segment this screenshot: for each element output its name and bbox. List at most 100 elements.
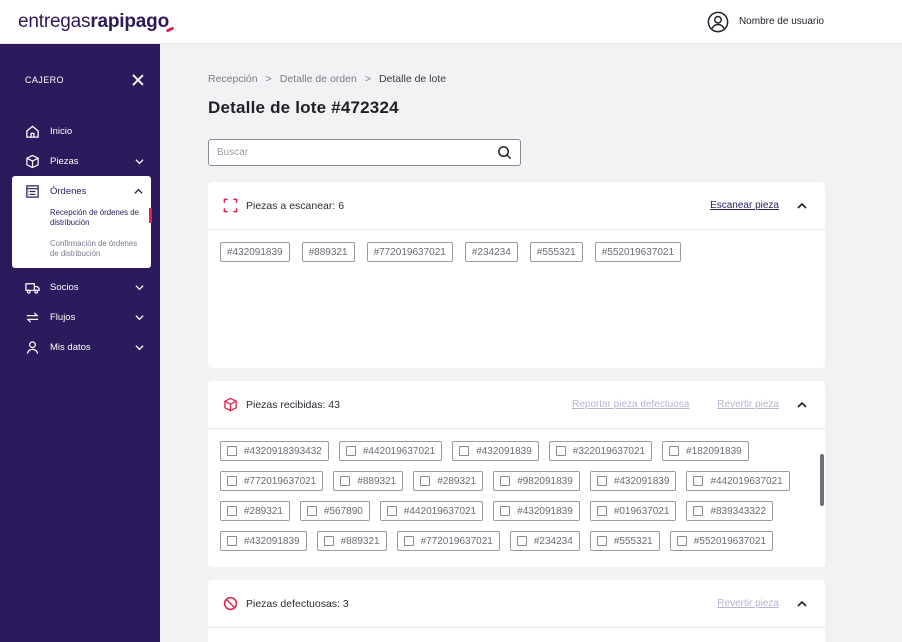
sidebar-header: CAJERO <box>0 44 160 116</box>
piece-chip-checkbox[interactable]: #432091839 <box>589 471 677 491</box>
checkbox[interactable] <box>596 536 607 546</box>
checkbox[interactable] <box>227 506 237 516</box>
chevron-down-icon[interactable] <box>135 283 144 292</box>
piece-chip-checkbox[interactable]: #432091839 <box>493 501 580 521</box>
sidebar-item-label: Órdenes <box>50 185 87 197</box>
logo[interactable]: entregas rapipago <box>18 11 169 33</box>
page-title: Detalle de lote #472324 <box>208 98 399 117</box>
piece-chip-checkbox[interactable]: #889321 <box>333 471 404 491</box>
chevron-up-icon[interactable] <box>797 201 807 211</box>
sidebar-item-label: Inicio <box>50 125 73 137</box>
scrollbar-thumb[interactable] <box>820 454 824 506</box>
piece-chip-checkbox[interactable]: #289321 <box>413 471 484 491</box>
sidebar-item-flujos[interactable]: Flujos <box>0 302 160 332</box>
breadcrumb-recepcion[interactable]: Recepción <box>208 73 258 85</box>
panel-title: Piezas a escanear: 6 <box>246 199 345 212</box>
piece-chip-checkbox[interactable]: #889321 <box>316 531 387 551</box>
piece-chip-checkbox[interactable]: #982091839 <box>493 471 580 491</box>
sidebar-subitem-confirmacion[interactable]: Confirmación de órdenes de distribución <box>12 231 151 262</box>
sidebar-item-socios[interactable]: Socios <box>0 272 160 302</box>
chevron-down-icon[interactable] <box>135 313 144 322</box>
box-icon <box>224 397 237 412</box>
checkbox[interactable] <box>693 506 704 516</box>
scan-frame-icon <box>223 198 238 213</box>
checkbox[interactable] <box>516 536 527 546</box>
report-defective-link[interactable]: Reportar pieza defectuosa <box>572 399 689 410</box>
checkbox[interactable] <box>459 446 470 456</box>
piece-id: #442019637021 <box>710 475 783 487</box>
main-content: Recepción > Detalle de orden > Detalle d… <box>160 44 902 642</box>
sidebar-item-label: Flujos <box>50 311 76 323</box>
revert-piece-link[interactable]: Revertir pieza <box>717 598 779 609</box>
sidebar-item-label: Mis datos <box>50 341 91 353</box>
sidebar-item-piezas[interactable]: Piezas <box>0 146 160 176</box>
piece-id: #889321 <box>340 535 380 547</box>
checkbox[interactable] <box>500 476 511 486</box>
arrows-swap-icon <box>26 311 39 323</box>
piece-id: #555321 <box>613 535 653 547</box>
checkbox[interactable] <box>340 476 351 486</box>
piece-chip-checkbox[interactable]: #442019637021 <box>379 501 484 521</box>
checkbox[interactable] <box>345 446 356 456</box>
checkbox[interactable] <box>227 536 237 546</box>
scan-piece-link[interactable]: Escanear pieza <box>710 200 779 211</box>
breadcrumb-detalle-orden[interactable]: Detalle de orden <box>280 73 357 85</box>
checkbox[interactable] <box>227 446 237 456</box>
checkbox[interactable] <box>596 476 607 486</box>
piece-chip-checkbox[interactable]: #772019637021 <box>396 531 500 551</box>
chevron-down-icon[interactable] <box>135 343 144 352</box>
piece-chip: #555321 <box>529 242 583 262</box>
piece-chip: #552019637021 <box>594 242 682 262</box>
piece-chip-checkbox[interactable]: #555321 <box>589 531 660 551</box>
search-input[interactable] <box>217 147 497 158</box>
close-icon[interactable] <box>132 74 144 86</box>
piece-id: #432091839 <box>476 445 532 457</box>
piece-chip-checkbox[interactable]: #289321 <box>220 501 290 521</box>
piece-chip-checkbox[interactable]: #432091839 <box>220 531 307 551</box>
piece-chip-checkbox[interactable]: #442019637021 <box>686 471 790 491</box>
user-menu[interactable]: Nombre de usuario <box>707 11 824 33</box>
sidebar-item-mis-datos[interactable]: Mis datos <box>0 332 160 362</box>
sidebar-item-ordenes[interactable]: Órdenes <box>12 176 151 206</box>
user-name: Nombre de usuario <box>738 16 824 27</box>
piece-chip-checkbox[interactable]: #567890 <box>299 501 370 521</box>
chevron-up-icon[interactable] <box>797 400 807 410</box>
checkbox[interactable] <box>555 446 566 456</box>
checkbox[interactable] <box>227 476 237 486</box>
piece-chip-checkbox[interactable]: #182091839 <box>662 441 749 461</box>
chevron-up-icon[interactable] <box>797 599 807 609</box>
scrollbar[interactable] <box>819 430 825 567</box>
checkbox[interactable] <box>306 506 317 516</box>
checkbox[interactable] <box>676 536 687 546</box>
piece-chip-checkbox[interactable]: #432091839 <box>452 441 539 461</box>
search-icon[interactable] <box>497 145 512 160</box>
breadcrumb-separator: > <box>265 73 272 85</box>
checkbox[interactable] <box>596 506 607 516</box>
piece-chip: #889321 <box>301 242 355 262</box>
piece-chip-checkbox[interactable]: #322019637021 <box>548 441 653 461</box>
checkbox[interactable] <box>669 446 680 456</box>
checkbox[interactable] <box>693 476 704 486</box>
sidebar-nav: Inicio Piezas Órdenes Recepción de órden… <box>0 116 160 362</box>
revert-piece-link[interactable]: Revertir pieza <box>717 399 779 410</box>
piece-chip-checkbox[interactable]: #772019637021 <box>220 471 324 491</box>
pieces-to-scan-list: #432091839 #889321 #772019637021 #234234 #55… <box>208 230 825 274</box>
piece-chip-checkbox[interactable]: #234234 <box>509 531 580 551</box>
piece-chip-checkbox[interactable]: #4320918393432 <box>220 441 329 461</box>
piece-chip-checkbox[interactable]: #839343322 <box>686 501 774 521</box>
checkbox[interactable] <box>323 536 334 546</box>
checkbox[interactable] <box>403 536 414 546</box>
piece-chip: #432091839 <box>220 242 290 262</box>
sidebar-role: CAJERO <box>25 75 64 85</box>
checkbox[interactable] <box>500 506 511 516</box>
piece-chip-checkbox[interactable]: #552019637021 <box>669 531 774 551</box>
sidebar-subitem-recepcion[interactable]: Recepción de órdenes de distribución <box>12 206 152 231</box>
sidebar: CAJERO Inicio Piezas Órdenes Recepción d… <box>0 44 160 642</box>
checkbox[interactable] <box>386 506 397 516</box>
sidebar-item-inicio[interactable]: Inicio <box>0 116 160 146</box>
piece-chip-checkbox[interactable]: #019637021 <box>589 501 677 521</box>
checkbox[interactable] <box>420 476 431 486</box>
chevron-down-icon[interactable] <box>135 157 144 166</box>
chevron-up-icon[interactable] <box>134 187 143 196</box>
piece-chip-checkbox[interactable]: #442019637021 <box>338 441 443 461</box>
